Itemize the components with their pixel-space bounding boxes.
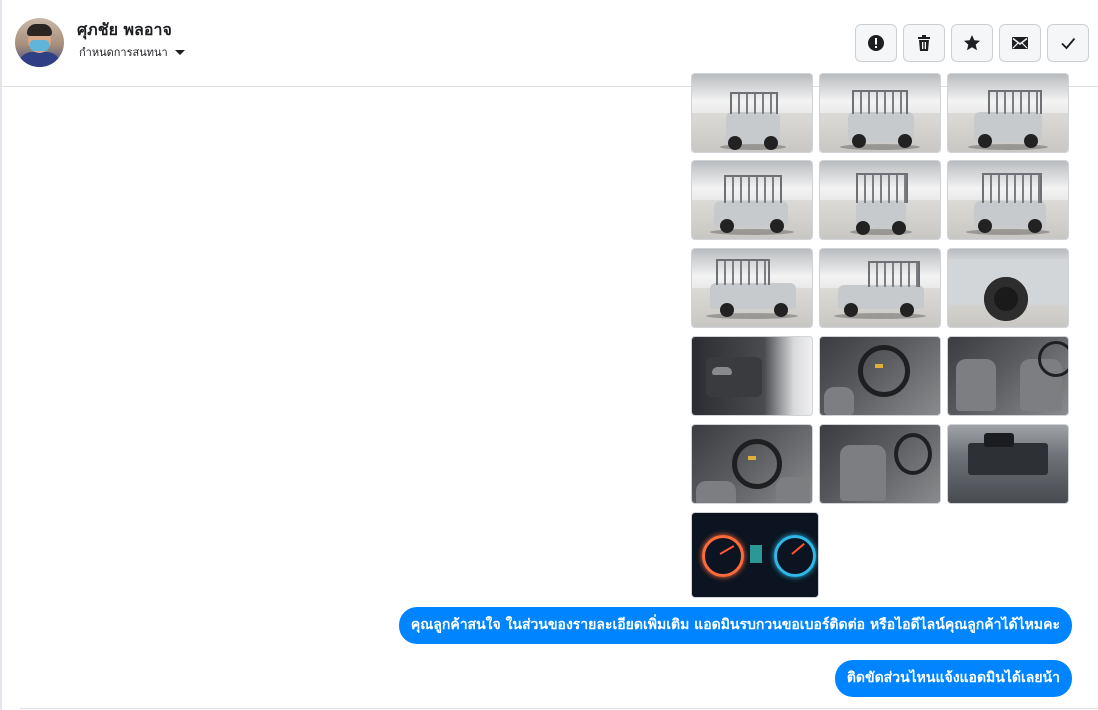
report-button[interactable]: [855, 24, 897, 62]
gallery-photo-interior-dashboard[interactable]: [691, 424, 813, 504]
gallery-photo-interior-seats[interactable]: [947, 336, 1069, 416]
caret-down-icon: [174, 50, 185, 55]
mark-unread-button[interactable]: [999, 24, 1041, 62]
gallery-photo-interior-cabin[interactable]: [819, 424, 941, 504]
trash-icon: [918, 35, 930, 51]
check-icon: [1061, 37, 1076, 50]
gallery-photo-exterior-front-right[interactable]: [947, 73, 1069, 153]
gallery-photo-exterior-rear[interactable]: [819, 160, 941, 240]
gallery-photo-interior-door[interactable]: [691, 336, 813, 416]
gallery-photo-engine-bay[interactable]: [947, 424, 1069, 504]
star-icon: [964, 35, 980, 51]
composer-divider: [20, 708, 1098, 709]
gallery-photo-exterior-front-left[interactable]: [819, 73, 941, 153]
gallery-photo-exterior-side-right[interactable]: [819, 248, 941, 328]
message-bubble[interactable]: ติดขัดส่วนไหนแจ้งแอดมินได้เลยน้า: [834, 660, 1072, 697]
gallery-photo-exterior-rear-right[interactable]: [947, 160, 1069, 240]
gallery-photo-exterior-front[interactable]: [691, 73, 813, 153]
contact-name[interactable]: ศุภชัย พลอาจ: [77, 18, 172, 43]
gallery-photo-exterior-side-left[interactable]: [691, 248, 813, 328]
message-bubble[interactable]: คุณลูกค้าสนใจ ในส่วนของรายละเอียดเพิ่มเต…: [398, 607, 1072, 644]
gallery-photo-gauge-cluster[interactable]: [691, 512, 819, 598]
mark-done-button[interactable]: [1047, 24, 1089, 62]
exclamation-circle-icon: [868, 35, 884, 51]
header-actions: [855, 24, 1089, 62]
delete-button[interactable]: [903, 24, 945, 62]
gallery-photo-wheel-closeup[interactable]: [947, 248, 1069, 328]
star-button[interactable]: [951, 24, 993, 62]
photo-gallery: [691, 73, 1071, 598]
conversation-subtitle-dropdown[interactable]: กำหนดการสนทนา: [79, 43, 186, 61]
left-frame-border: [0, 0, 2, 710]
gallery-photo-interior-steering[interactable]: [819, 336, 941, 416]
contact-avatar[interactable]: [15, 18, 64, 67]
gallery-photo-exterior-rear-left[interactable]: [691, 160, 813, 240]
envelope-icon: [1012, 37, 1028, 49]
conversation-subtitle-label: กำหนดการสนทนา: [79, 46, 168, 59]
